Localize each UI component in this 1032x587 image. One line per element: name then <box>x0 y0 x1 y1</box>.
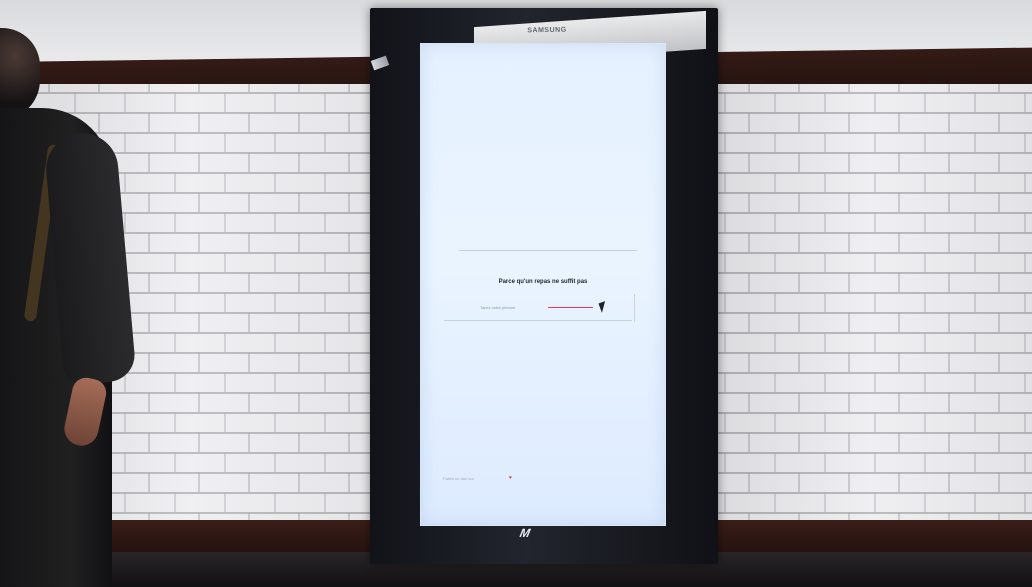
digital-kiosk: SAMSUNG Parce qu'un repas ne suffit pas … <box>370 8 718 564</box>
kiosk-screen[interactable]: Parce qu'un repas ne suffit pas Tapez vo… <box>420 43 666 526</box>
person-head <box>0 28 40 120</box>
input-underline <box>444 320 632 321</box>
name-input-field[interactable]: Tapez votre prénom <box>444 294 635 322</box>
screen-footer-text: Faites un don sur <box>443 476 474 481</box>
mouse-cursor-icon <box>598 301 609 313</box>
footer-heart-icon: ♥ <box>509 475 512 481</box>
screen-divider <box>459 250 637 251</box>
screen-message: Parce qu'un repas ne suffit pas <box>498 279 588 285</box>
kiosk-logo: M <box>518 526 531 540</box>
typed-text-underline <box>548 307 593 308</box>
input-placeholder: Tapez votre prénom <box>480 305 516 310</box>
person-silhouette <box>0 28 137 587</box>
kiosk-brand: SAMSUNG <box>527 26 567 35</box>
subway-photo: SAMSUNG Parce qu'un repas ne suffit pas … <box>0 0 1032 587</box>
right-wall-shading <box>710 84 1032 532</box>
